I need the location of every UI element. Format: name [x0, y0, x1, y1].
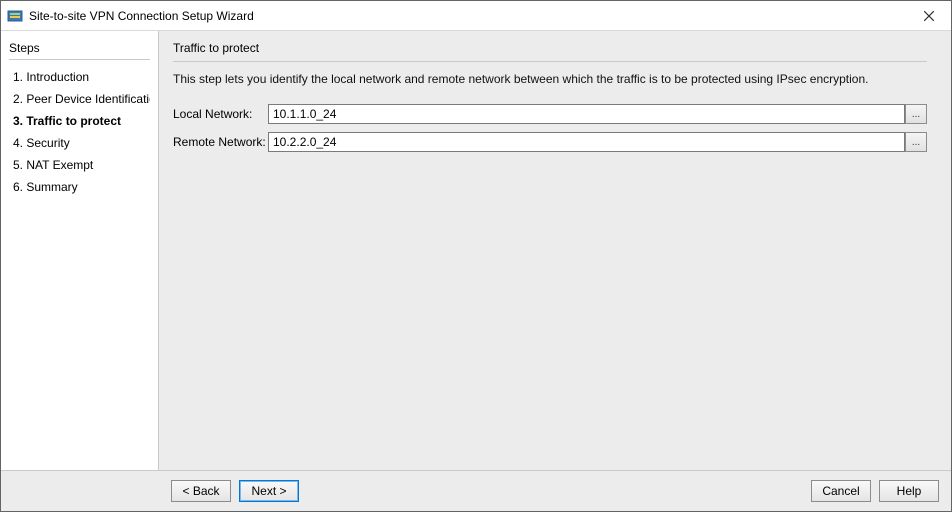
step-security[interactable]: 4. Security: [9, 132, 150, 154]
help-button[interactable]: Help: [879, 480, 939, 502]
step-introduction[interactable]: 1. Introduction: [9, 66, 150, 88]
steps-sidebar: Steps 1. Introduction 2. Peer Device Ide…: [1, 31, 159, 470]
remote-network-browse-button[interactable]: ...: [905, 132, 927, 152]
footer-left-group: < Back Next >: [171, 480, 299, 502]
content-title: Traffic to protect: [173, 41, 927, 55]
titlebar: Site-to-site VPN Connection Setup Wizard: [1, 1, 951, 31]
local-network-row: Local Network: ...: [173, 104, 927, 124]
window-title: Site-to-site VPN Connection Setup Wizard: [29, 9, 906, 23]
local-network-label: Local Network:: [173, 107, 268, 121]
local-network-input[interactable]: [268, 104, 905, 124]
close-button[interactable]: [906, 1, 951, 31]
wizard-footer: < Back Next > Cancel Help: [1, 471, 951, 511]
wizard-window: Site-to-site VPN Connection Setup Wizard…: [0, 0, 952, 512]
sidebar-divider: [9, 59, 150, 60]
remote-network-label: Remote Network:: [173, 135, 268, 149]
step-summary[interactable]: 6. Summary: [9, 176, 150, 198]
remote-network-row: Remote Network: ...: [173, 132, 927, 152]
back-button[interactable]: < Back: [171, 480, 231, 502]
wizard-body: Steps 1. Introduction 2. Peer Device Ide…: [1, 31, 951, 471]
step-nat-exempt[interactable]: 5. NAT Exempt: [9, 154, 150, 176]
app-icon: [7, 8, 23, 24]
step-description: This step lets you identify the local ne…: [173, 72, 927, 86]
content-divider: [173, 61, 927, 62]
footer-right-group: Cancel Help: [811, 480, 939, 502]
local-network-browse-button[interactable]: ...: [905, 104, 927, 124]
next-button[interactable]: Next >: [239, 480, 299, 502]
step-peer-device[interactable]: 2. Peer Device Identificatio: [9, 88, 150, 110]
close-icon: [924, 11, 934, 21]
steps-heading: Steps: [9, 41, 150, 55]
remote-network-input[interactable]: [268, 132, 905, 152]
cancel-button[interactable]: Cancel: [811, 480, 871, 502]
step-traffic-to-protect[interactable]: 3. Traffic to protect: [9, 110, 150, 132]
content-panel: Traffic to protect This step lets you id…: [159, 31, 951, 470]
